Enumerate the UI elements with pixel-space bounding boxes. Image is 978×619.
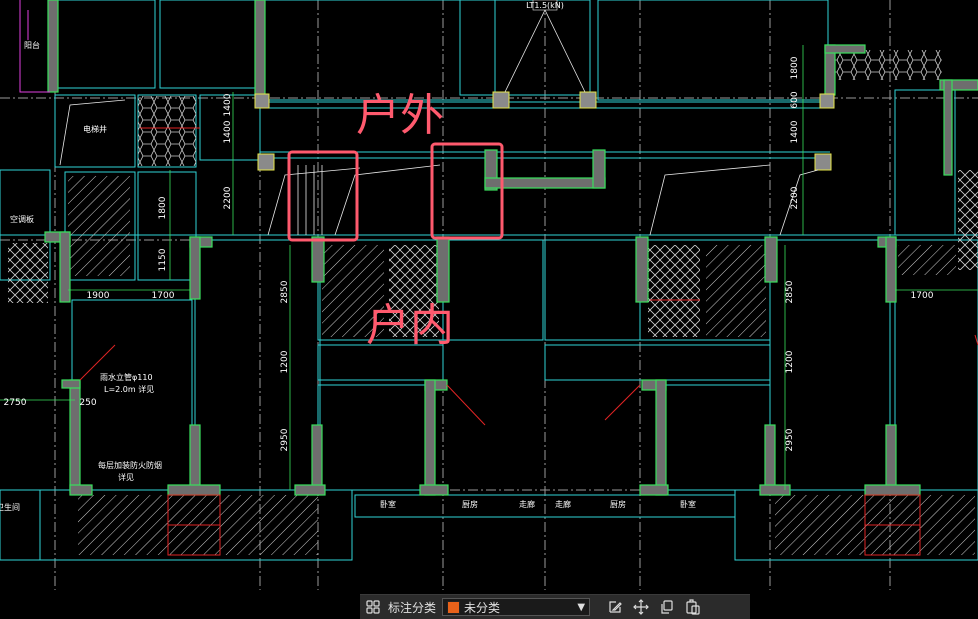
- room-label: 空调板: [10, 214, 34, 224]
- room-label: 走廊: [555, 499, 571, 509]
- category-color-swatch: [447, 600, 461, 614]
- room-label: 电梯井: [83, 124, 107, 134]
- room-label: 阳台: [24, 40, 40, 50]
- annotation-toolbar: 标注分类 未分类 ▼: [360, 594, 750, 619]
- paste-icon[interactable]: [680, 596, 706, 618]
- dim-1200: 1200: [785, 350, 795, 373]
- dim-1400: 1400: [223, 93, 233, 116]
- dim-1800: 1800: [158, 196, 168, 219]
- dim-1400: 1400: [223, 120, 233, 143]
- annotation-inside-label: 户内: [366, 300, 454, 351]
- dim-1400: 1400: [790, 120, 800, 143]
- dim-1700: 1700: [152, 291, 175, 301]
- dim-1800: 1800: [790, 56, 800, 79]
- edit-icon[interactable]: [602, 596, 628, 618]
- note-text: 每层加装防火防烟: [98, 460, 162, 470]
- dim-1700: 1700: [911, 291, 934, 301]
- room-label: 卧室: [380, 499, 396, 509]
- dim-2950: 2950: [280, 428, 290, 451]
- dim-250: 250: [79, 398, 96, 408]
- dim-2200: 2200: [790, 186, 800, 209]
- category-label: 标注分类: [388, 600, 437, 615]
- dim-2850: 2850: [785, 280, 795, 303]
- grid-icon[interactable]: [360, 596, 386, 618]
- dim-2200: 2200: [223, 186, 233, 209]
- room-label: 走廊: [519, 499, 535, 509]
- category-select[interactable]: 未分类 ▼: [442, 598, 591, 616]
- copy-icon[interactable]: [654, 596, 680, 618]
- category-selected-value: 未分类: [464, 600, 501, 615]
- dim-600: 600: [790, 91, 800, 108]
- room-label: 厨房: [462, 499, 478, 509]
- note-text: 详见: [118, 472, 134, 482]
- top-label: LT1.5(kN): [526, 1, 564, 10]
- dim-1200: 1200: [280, 350, 290, 373]
- room-label: 卫生间: [0, 502, 20, 512]
- note-text: L=2.0m 详见: [104, 384, 154, 394]
- annotation-outside-label: 户外: [356, 90, 444, 141]
- move-icon[interactable]: [628, 596, 654, 618]
- hatched-areas: [8, 50, 978, 555]
- chevron-down-icon: ▼: [577, 601, 586, 613]
- room-label: 卧室: [680, 499, 696, 509]
- dim-1150: 1150: [158, 248, 168, 271]
- dim-1900: 1900: [87, 291, 110, 301]
- cad-drawing-canvas[interactable]: 1400 1400 2200 1800 600 1400 2200 1800 1…: [0, 0, 978, 618]
- room-label: 厨房: [610, 499, 626, 509]
- dim-2850: 2850: [280, 280, 290, 303]
- note-text: 雨水立管φ110: [100, 372, 153, 382]
- dim-2950: 2950: [785, 428, 795, 451]
- dim-2750: 2750: [4, 398, 27, 408]
